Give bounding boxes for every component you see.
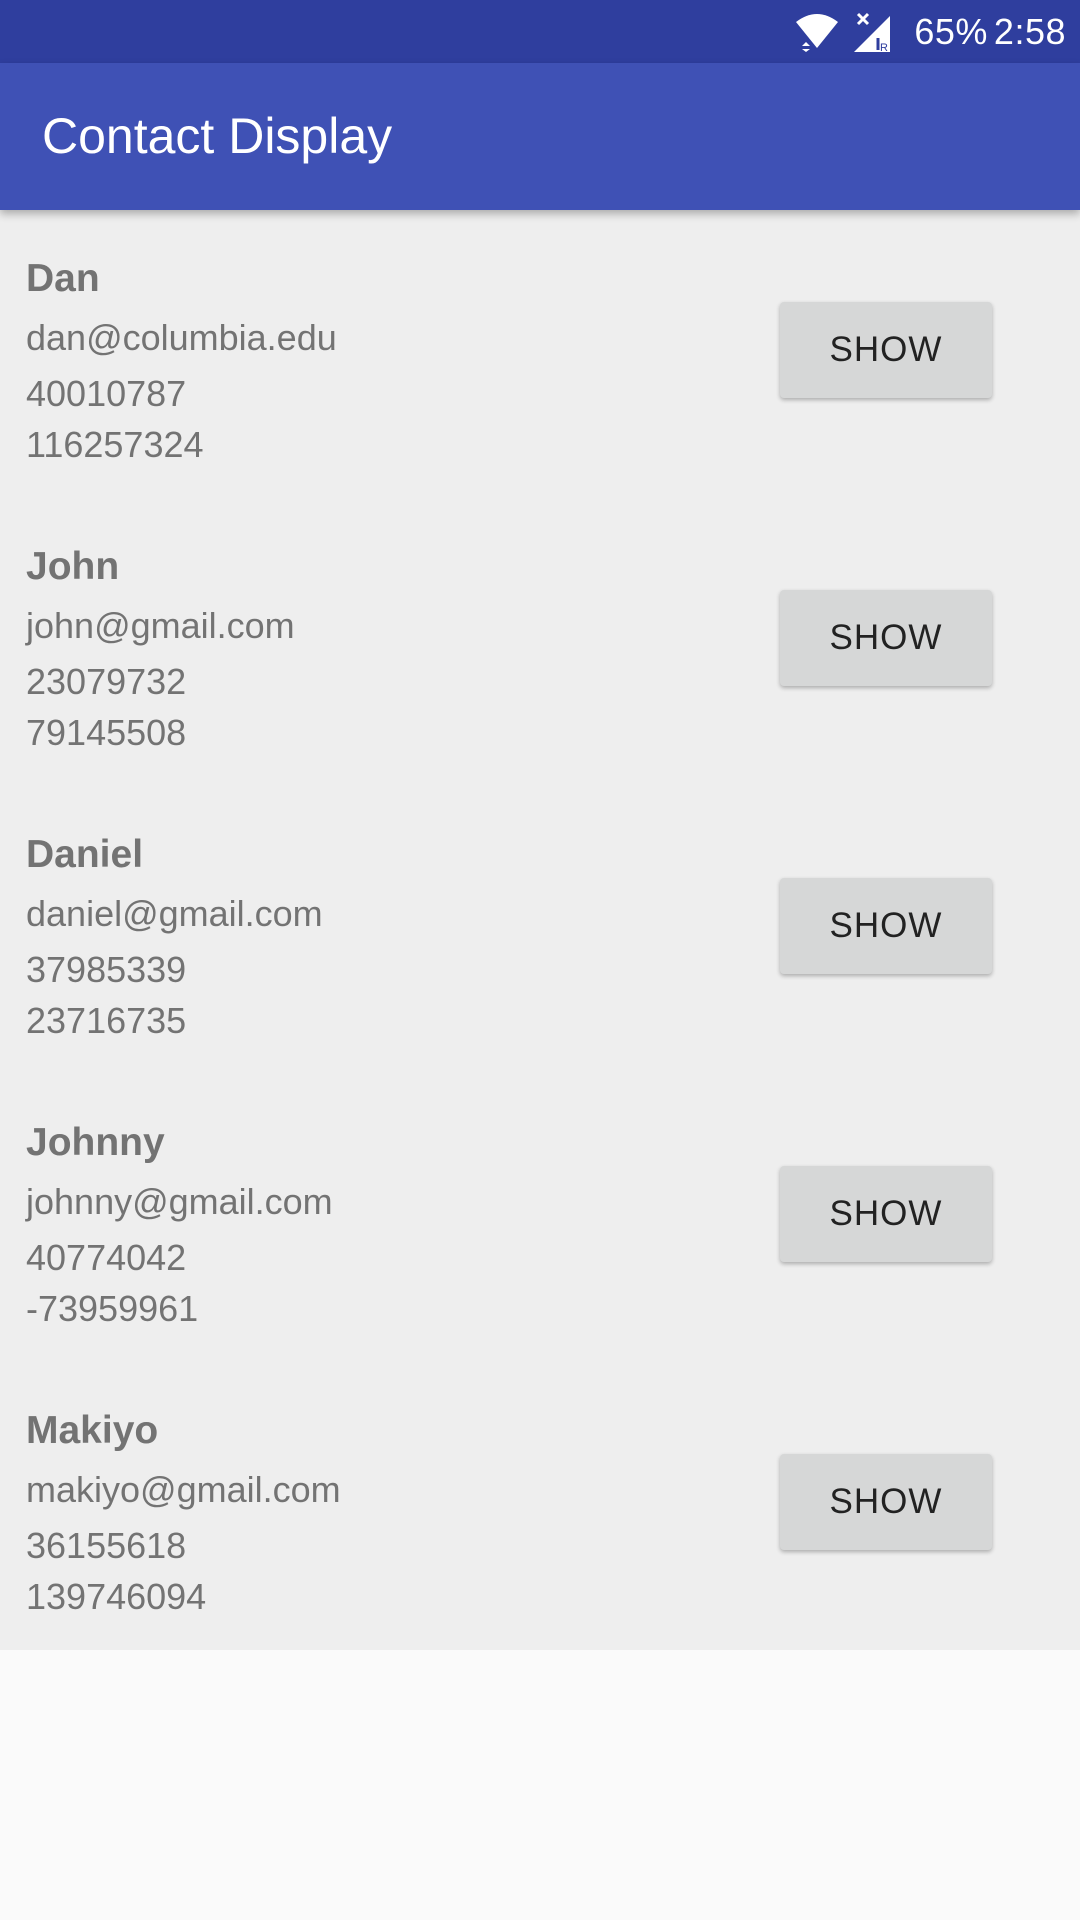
contact-item: Dan dan@columbia.edu 40010787 116257324 … <box>0 210 1080 498</box>
contact-longitude: 116257324 <box>26 424 204 465</box>
show-button[interactable]: SHOW <box>780 1454 992 1550</box>
status-icons: R 65% 2:58 <box>794 0 1066 63</box>
signal-icon: R <box>854 12 891 52</box>
contact-name: Makiyo <box>26 1409 159 1452</box>
contact-longitude: 79145508 <box>26 712 187 753</box>
contact-longitude: -73959961 <box>26 1288 199 1329</box>
contact-item: Makiyo makiyo@gmail.com 36155618 1397460… <box>0 1362 1080 1650</box>
contact-latitude: 23079732 <box>26 661 187 702</box>
contact-item: Daniel daniel@gmail.com 37985339 2371673… <box>0 786 1080 1074</box>
contact-email: johnny@gmail.com <box>26 1181 333 1222</box>
contact-name: Dan <box>26 257 100 300</box>
contact-email: john@gmail.com <box>26 605 295 646</box>
app-title: Contact Display <box>42 108 393 164</box>
show-button[interactable]: SHOW <box>780 878 992 974</box>
show-button[interactable]: SHOW <box>780 302 992 398</box>
contact-list: Dan dan@columbia.edu 40010787 116257324 … <box>0 210 1080 1650</box>
contact-item: Johnny johnny@gmail.com 40774042 -739599… <box>0 1074 1080 1362</box>
contact-latitude: 37985339 <box>26 949 187 990</box>
show-button[interactable]: SHOW <box>780 1166 992 1262</box>
contact-email: daniel@gmail.com <box>26 893 323 934</box>
app-bar: Contact Display <box>0 63 1080 210</box>
contact-item: John john@gmail.com 23079732 79145508 SH… <box>0 498 1080 786</box>
svg-text:R: R <box>880 42 888 52</box>
contact-latitude: 40774042 <box>26 1237 187 1278</box>
clock: 2:58 <box>993 11 1066 52</box>
wifi-icon <box>796 13 839 52</box>
contact-email: dan@columbia.edu <box>26 317 337 358</box>
contact-name: Daniel <box>26 833 144 876</box>
contact-latitude: 36155618 <box>26 1525 187 1566</box>
contact-name: Johnny <box>26 1121 165 1164</box>
contact-name: John <box>26 545 120 588</box>
contact-longitude: 23716735 <box>26 1000 187 1041</box>
contact-email: makiyo@gmail.com <box>26 1469 341 1510</box>
contact-longitude: 139746094 <box>26 1576 207 1617</box>
show-button[interactable]: SHOW <box>780 590 992 686</box>
contact-latitude: 40010787 <box>26 373 187 414</box>
battery-percentage: 65% <box>914 11 988 52</box>
status-bar: R 65% 2:58 <box>0 0 1080 63</box>
